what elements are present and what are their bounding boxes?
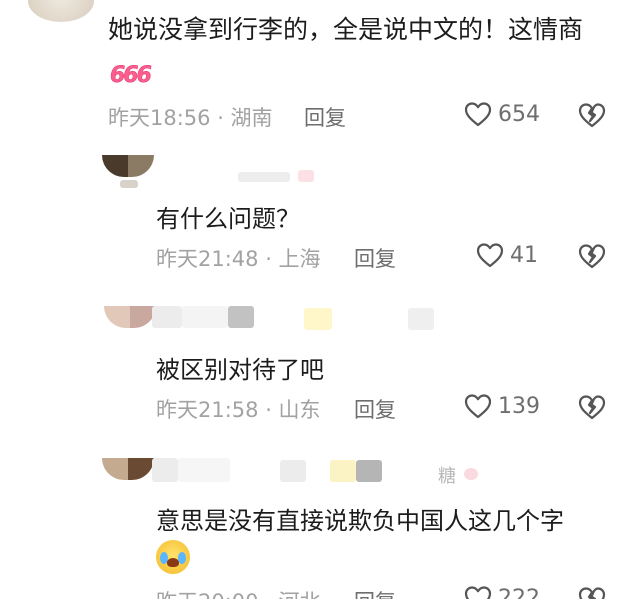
username-blurred: [280, 460, 306, 482]
like-button[interactable]: 41: [476, 242, 538, 268]
reply-button[interactable]: 回复: [354, 394, 396, 424]
crying-laughing-face-icon: [156, 540, 190, 574]
comment-body: 意思是没有直接说欺负中国人这几个字: [156, 507, 564, 535]
like-button[interactable]: 222: [464, 585, 540, 599]
username-blurred: [120, 180, 138, 188]
username-blurred: [408, 308, 434, 330]
broken-heart-icon: [578, 587, 606, 599]
comment-time-location: 昨天18:56 · 湖南: [108, 106, 273, 130]
666-sticker-icon: 666: [110, 63, 152, 89]
comment-body: 她说没拿到行李的，全是说中文的！这情商: [108, 15, 584, 44]
heart-outline-icon: [464, 102, 492, 127]
username-blurred: [152, 306, 182, 328]
comment-body: 被区别对待了吧: [156, 356, 324, 384]
comment-body: 有什么问题？: [156, 205, 300, 233]
comment-time-location: 昨天21:58 · 山东: [156, 398, 321, 422]
like-button[interactable]: 654: [464, 101, 540, 127]
username-blurred: [152, 458, 178, 482]
username-blurred: [464, 468, 478, 480]
broken-heart-icon: [578, 395, 606, 420]
broken-heart-icon: [578, 103, 606, 128]
heart-outline-icon: [464, 394, 492, 419]
username-blurred: [238, 172, 290, 182]
like-count: 139: [498, 393, 540, 419]
like-button[interactable]: 139: [464, 393, 540, 419]
avatar[interactable]: [104, 306, 156, 328]
username-blurred: [298, 170, 314, 182]
comment-text: 她说没拿到行李的，全是说中文的！这情商 666: [108, 8, 623, 98]
broken-heart-icon: [578, 244, 606, 269]
like-count: 41: [510, 242, 538, 268]
avatar[interactable]: [102, 458, 154, 480]
dislike-button[interactable]: [578, 394, 606, 420]
reply-button[interactable]: 回复: [354, 243, 396, 273]
dislike-button[interactable]: [578, 102, 606, 128]
like-count: 222: [498, 585, 540, 599]
comment-time-location: 昨天21:48 · 上海: [156, 247, 321, 271]
username-blurred: [228, 306, 254, 328]
username-blurred: [304, 308, 332, 330]
heart-outline-icon: [476, 243, 504, 268]
dislike-button[interactable]: [578, 243, 606, 269]
reply-button[interactable]: 回复: [304, 102, 346, 132]
like-count: 654: [498, 101, 540, 127]
avatar[interactable]: [28, 0, 94, 22]
username-partial: 糖: [438, 466, 456, 487]
avatar[interactable]: [102, 155, 154, 177]
username-blurred: [356, 460, 382, 482]
username-blurred: [330, 460, 356, 482]
comment-time-location: 昨天20:00 · 河北: [156, 586, 321, 599]
dislike-button[interactable]: [578, 586, 606, 599]
username-blurred: [182, 306, 228, 328]
reply-button[interactable]: 回复: [354, 586, 396, 599]
heart-outline-icon: [464, 586, 492, 599]
username-blurred: [178, 458, 230, 482]
